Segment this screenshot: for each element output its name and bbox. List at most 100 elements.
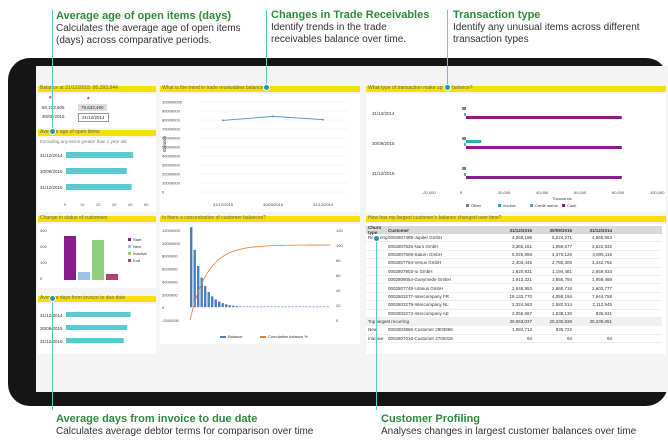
table-cell: 2,324,563: [511, 302, 532, 308]
balance-date-1: 30/09/2015: [42, 114, 65, 119]
table-cell: 4,370,126: [551, 251, 572, 257]
status-ytick: 0: [40, 276, 43, 281]
type-xtick: 20,000: [498, 190, 511, 195]
callout-trade-desc: Identify trends in the trade: [271, 22, 387, 33]
pareto-bar: [326, 306, 329, 308]
status-legend-label: New: [133, 244, 141, 249]
table-row: 0002807748-Uranus GmbH 2,848,953 2,860,718…: [366, 284, 662, 293]
table-cell: 18,133,770: [509, 293, 532, 299]
table-cell: 3,365,161: [511, 243, 532, 249]
pareto-legend-cum-swatch: [260, 336, 266, 338]
table-cell: 2,582,514: [551, 302, 572, 308]
callout-line-age: [52, 10, 53, 134]
table-cell: 1,538,130: [551, 310, 572, 316]
trend-header: What is the trend in trade receivables b…: [160, 85, 360, 92]
trend-header-text: What is the trend in trade receivables b…: [162, 85, 267, 91]
trend-chart: 100000000 90000000 80000000 70000000 6000000…: [160, 94, 360, 212]
status-header: Change in status of customers: [38, 215, 156, 222]
pareto-bar: [225, 304, 228, 308]
status-bar: [78, 272, 90, 280]
table-cell: 2,603,777: [591, 285, 612, 291]
table-cell: 64: [526, 335, 532, 341]
table-cell: 1,084,713: [511, 327, 532, 333]
pareto-bar: [288, 306, 291, 308]
pareto-bar: [232, 305, 235, 308]
table-row: 0002807784-Venus GmbH 2,403,445 2,780,300 3…: [366, 259, 662, 268]
pareto-bar: [221, 303, 224, 308]
table-row: 0002803277-Intercompany FR 18,133,770 4,05…: [366, 293, 662, 302]
table-cell: 1,556,794: [551, 277, 572, 283]
table-cell: 3,442,752: [591, 260, 612, 266]
age-bar: [66, 168, 127, 174]
type-legend-label: Invoice: [503, 203, 516, 208]
callout-age-title: Average age of open items (days): [56, 10, 232, 22]
pareto-ytick: 4000000: [162, 279, 178, 284]
balance-value-1: 80,223,605: [42, 105, 65, 110]
pareto-header: Is there a concentration of customer bal…: [160, 215, 360, 222]
callout-txn-title: Transaction type: [453, 9, 541, 21]
table-cell: Inactive: [366, 336, 388, 341]
type-chart: 31/12/2014 30/09/2015 31/12/2015 -20,000 0 20…: [366, 94, 666, 212]
customer-table-header-cell: 31/12/2015: [509, 227, 532, 233]
callout-age-desc2: (days) across comparative periods.: [56, 35, 212, 46]
balance-value-2: 79,633,490: [78, 104, 107, 111]
pareto-legend-balance: Balance: [228, 334, 243, 339]
pareto-bar: [312, 306, 315, 308]
table-cell: 0002807625-Nuro GmbH: [388, 243, 439, 249]
type-bar-cash: [466, 116, 622, 119]
trend-point: [322, 118, 324, 121]
callout-line-trade: [266, 10, 267, 90]
table-cell: 1,920,931: [511, 268, 532, 274]
pareto-bar: [193, 249, 196, 308]
pareto-ytick: -2000000: [162, 318, 180, 323]
table-cell: 20,230,838: [549, 319, 572, 325]
pareto-bar: [204, 286, 207, 308]
type-bar-other: [462, 167, 466, 170]
terms-bar: [66, 338, 124, 343]
status-ytick: 300: [40, 228, 47, 233]
pareto-legend-cum: Cumulative balance %: [268, 334, 308, 339]
table-cell: 3,622,932: [591, 243, 612, 249]
table-row: New 0002803866-Customer 2803866 1,084,713 8…: [366, 326, 662, 335]
table-cell: 4,058,194: [551, 293, 572, 299]
callout-line-txn: [447, 10, 448, 90]
terms-bar: [66, 312, 131, 317]
callout-txn: Transaction type Identify any unusual it…: [453, 9, 667, 46]
pareto-bar: [242, 306, 245, 308]
type-header: What type of transaction make up the bal…: [366, 85, 666, 92]
table-row: 0002803279-Intercompany NL 2,324,563 2,582…: [366, 301, 662, 310]
pareto-bar: [281, 306, 284, 308]
trend-ytick: 20000000: [162, 172, 181, 177]
callout-profile-title: Customer Profiling: [381, 413, 481, 425]
pareto-bar: [246, 306, 249, 308]
pareto-bar: [256, 306, 259, 308]
table-row: 0002807609-Saturn GmbH 5,025,859 4,370,126…: [366, 251, 662, 260]
type-legend-swatch: [562, 204, 565, 207]
pareto-bar: [253, 306, 256, 308]
age-period-label: 31/12/2014: [40, 153, 63, 158]
terms-bar: [66, 325, 128, 330]
type-bar-cash: [466, 176, 622, 179]
trend-ytick: 70000000: [162, 127, 181, 132]
type-bar-credit: [464, 143, 466, 146]
pareto-y2tick: 80: [336, 258, 341, 263]
table-cell: 836,631: [595, 310, 612, 316]
pareto-bar: [249, 306, 252, 308]
type-legend-label: Credit memo: [535, 203, 559, 208]
callout-invoice: Average days from invoice to due date Ca…: [56, 413, 356, 438]
pareto-ytick: 10000000: [162, 241, 181, 246]
table-cell: 4,806,119: [592, 251, 612, 257]
table-cell: 1,859,577: [551, 243, 572, 249]
trend-point: [272, 115, 274, 118]
customers-header: How has my largest customer's balance ch…: [366, 215, 666, 222]
callout-dot-invoice: [49, 295, 56, 302]
callout-trade-title: Changes in Trade Receivables: [271, 9, 430, 21]
trend-xtick: 31/12/2015: [213, 202, 234, 207]
status-bar: [64, 236, 76, 280]
age-chart-svg: 31/12/2014 30/09/2015 31/12/2015 0 10 20 30 40 5…: [40, 152, 149, 207]
trend-ytick: 90000000: [162, 109, 181, 114]
table-cell: 2,780,300: [551, 260, 572, 266]
type-legend-swatch: [466, 204, 469, 207]
type-xtick: 100,000: [650, 190, 665, 195]
status-chart-svg: 300 200 100 0 Start New Inactive End: [40, 228, 148, 281]
